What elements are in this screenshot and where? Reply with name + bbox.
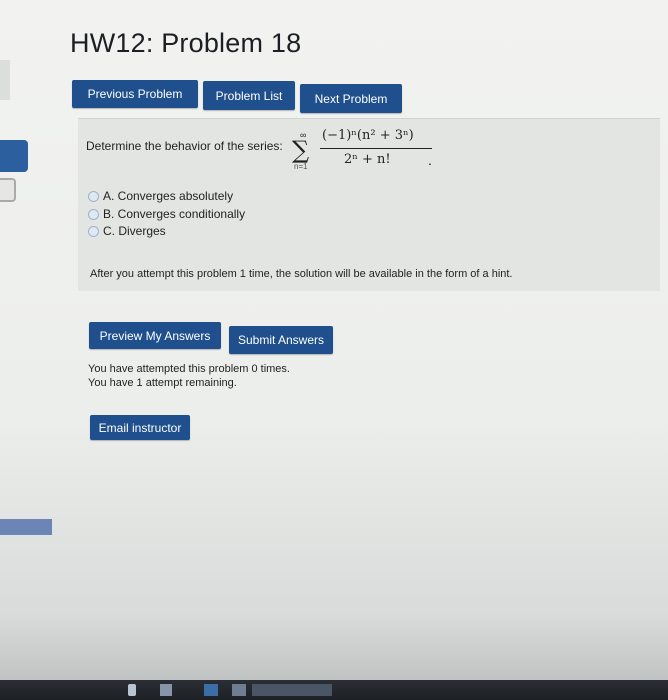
option-a[interactable]: A. Converges absolutely	[88, 189, 233, 203]
sidebar-tab[interactable]	[0, 140, 28, 172]
radio-button[interactable]	[88, 190, 99, 202]
formula-denominator: 2ⁿ + n!	[344, 152, 391, 167]
option-c[interactable]: C. Diverges	[88, 224, 166, 238]
page-title: HW12: Problem 18	[70, 28, 302, 58]
sigma-icon: ∑	[292, 136, 310, 164]
microphone-icon[interactable]	[128, 684, 136, 696]
option-label: B. Converges conditionally	[103, 207, 246, 221]
preview-answers-button[interactable]: Preview My Answers	[89, 322, 221, 349]
formula-numerator: (−1)ⁿ(n² + 3ⁿ)	[322, 128, 414, 143]
sidebar-edge	[0, 60, 10, 100]
option-label: C. Diverges	[103, 224, 166, 238]
option-b[interactable]: B. Converges conditionally	[88, 207, 245, 221]
problem-prompt: Determine the behavior of the series:	[86, 139, 283, 153]
app-icon[interactable]	[160, 684, 172, 696]
radio-button[interactable]	[88, 208, 99, 220]
option-label: A. Converges absolutely	[103, 189, 234, 203]
sum-lower-limit: n=1	[294, 162, 308, 171]
sidebar-tab-outline[interactable]	[0, 178, 16, 202]
sidebar-highlight-bar[interactable]	[0, 519, 52, 535]
submit-answers-button[interactable]: Submit Answers	[229, 326, 333, 354]
app-icon[interactable]	[232, 684, 246, 696]
taskbar	[0, 680, 668, 700]
attempts-remaining-text: You have 1 attempt remaining.	[88, 377, 237, 389]
taskbar-window[interactable]	[252, 684, 332, 696]
formula-terminator: .	[428, 152, 432, 168]
previous-problem-button[interactable]: Previous Problem	[72, 80, 198, 108]
attempts-made-text: You have attempted this problem 0 times.	[88, 363, 290, 375]
problem-list-button[interactable]: Problem List	[203, 81, 295, 110]
fraction-bar	[320, 148, 432, 149]
next-problem-button[interactable]: Next Problem	[300, 84, 402, 113]
radio-button[interactable]	[88, 225, 99, 237]
hint-availability-note: After you attempt this problem 1 time, t…	[90, 268, 513, 280]
email-instructor-button[interactable]: Email instructor	[90, 415, 190, 440]
app-icon[interactable]	[204, 684, 218, 696]
series-formula: ∞ ∑ n=1 (−1)ⁿ(n² + 3ⁿ) 2ⁿ + n! .	[292, 124, 432, 180]
